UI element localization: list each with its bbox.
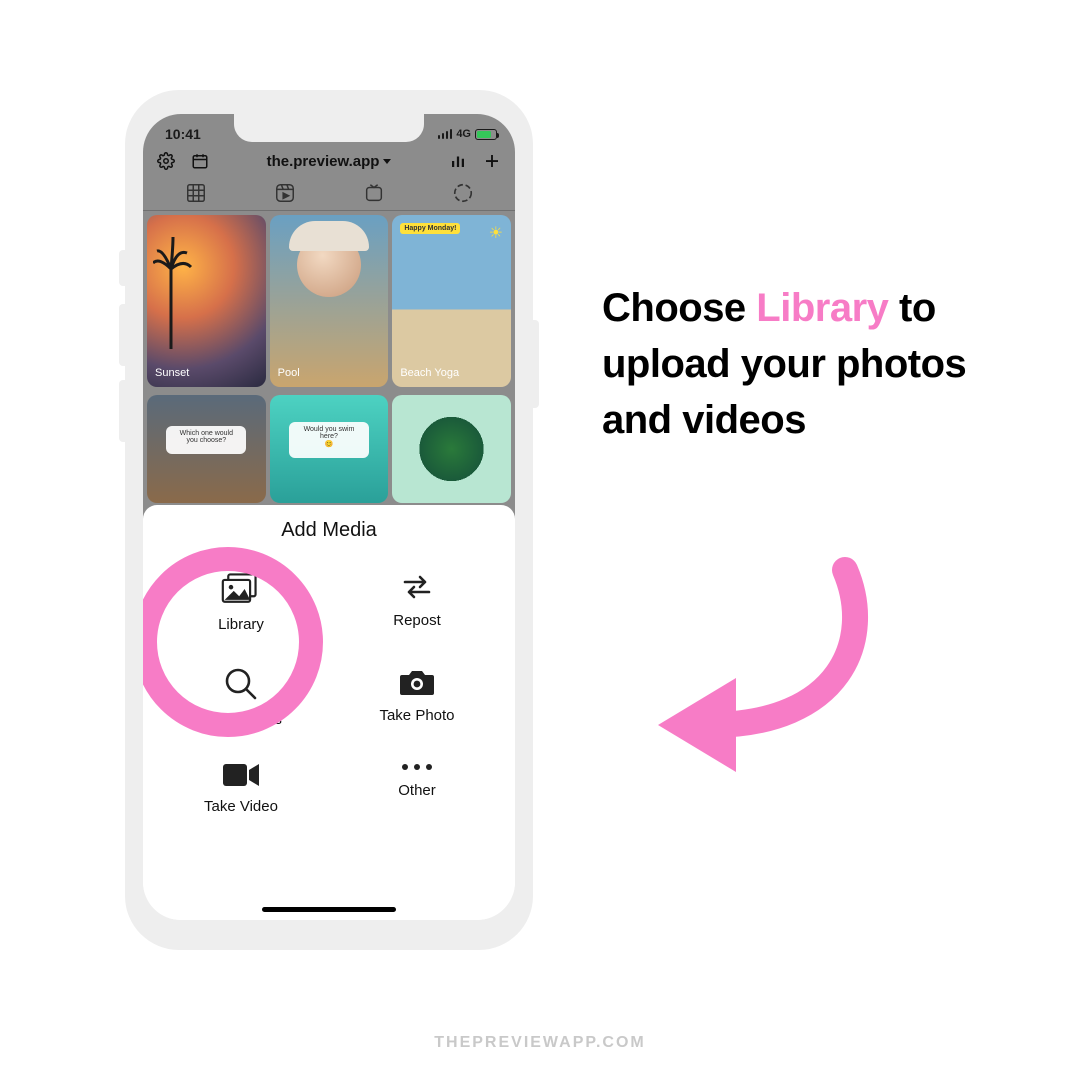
camera-icon (398, 667, 436, 697)
sheet-grid: Library Repost Free Photos (143, 550, 515, 815)
poll-sticker: Would you swim here?😊 (289, 422, 369, 458)
arrow-annotation (640, 550, 900, 780)
more-icon (400, 762, 434, 772)
story-tag: Happy Monday! (400, 223, 460, 234)
option-label: Library (218, 616, 264, 633)
story-label: Pool (278, 367, 300, 379)
option-label: Other (398, 782, 436, 799)
library-icon (221, 572, 261, 606)
story-grid-row2: Which one would you choose? Would you sw… (143, 391, 515, 507)
video-icon (221, 762, 261, 788)
story-label: Beach Yoga (400, 367, 459, 379)
take-video-option[interactable]: Take Video (153, 762, 329, 815)
option-label: Repost (393, 612, 441, 629)
option-label: Take Video (204, 798, 278, 815)
phone-side-button (119, 250, 125, 286)
add-media-sheet: Add Media Library Repost (143, 505, 515, 920)
tab-igtv[interactable] (363, 182, 385, 204)
gear-icon[interactable] (157, 152, 175, 170)
option-label: Take Photo (379, 707, 454, 724)
add-icon[interactable] (483, 152, 501, 170)
phone-screen: 10:41 4G the.preview.app (143, 114, 515, 920)
poll-sticker: Which one would you choose? (166, 426, 246, 454)
story-card[interactable]: Happy Monday! ☀ Beach Yoga (392, 215, 511, 387)
phone-frame: 10:41 4G the.preview.app (125, 90, 533, 950)
phone-side-button (119, 304, 125, 366)
story-card[interactable]: Sunset (147, 215, 266, 387)
free-photos-option[interactable]: Free Photos (153, 667, 329, 728)
account-dropdown[interactable]: the.preview.app (267, 153, 392, 170)
network-label: 4G (456, 128, 471, 140)
status-time: 10:41 (165, 126, 201, 142)
tab-row (143, 178, 515, 211)
analytics-icon[interactable] (449, 152, 467, 170)
story-card[interactable]: Pool (270, 215, 389, 387)
story-card[interactable]: Which one would you choose? (147, 395, 266, 503)
library-option[interactable]: Library (153, 572, 329, 633)
watermark: THEPREVIEWAPP.COM (434, 1034, 646, 1052)
story-grid: Sunset Pool Happy Monday! ☀ Beach Yoga (143, 211, 515, 391)
signal-icon (438, 129, 453, 139)
home-indicator (262, 907, 396, 912)
phone-notch (234, 114, 424, 142)
tab-stories[interactable] (452, 182, 474, 204)
app-background-dimmed: 10:41 4G the.preview.app (143, 114, 515, 562)
account-name: the.preview.app (267, 153, 380, 170)
tab-reels[interactable] (274, 182, 296, 204)
instruction-text: Choose Library to upload your photos and… (602, 280, 1022, 448)
story-card[interactable] (392, 395, 511, 503)
sheet-title: Add Media (143, 519, 515, 542)
search-image-icon (224, 667, 258, 701)
calendar-icon[interactable] (191, 152, 209, 170)
chevron-down-icon (383, 159, 391, 164)
other-option[interactable]: Other (329, 762, 505, 815)
app-header: the.preview.app (143, 148, 515, 178)
instruction-part1: Choose (602, 286, 756, 330)
sun-icon: ☀ (489, 223, 503, 243)
status-right: 4G (438, 128, 497, 140)
option-label: Free Photos (200, 711, 282, 728)
phone-side-button (533, 320, 539, 408)
instruction-highlight: Library (756, 286, 888, 330)
tab-grid[interactable] (185, 182, 207, 204)
battery-icon (475, 129, 497, 140)
take-photo-option[interactable]: Take Photo (329, 667, 505, 728)
repost-option[interactable]: Repost (329, 572, 505, 633)
story-card[interactable]: Would you swim here?😊 (270, 395, 389, 503)
story-label: Sunset (155, 367, 189, 379)
repost-icon (399, 572, 435, 602)
phone-side-button (119, 380, 125, 442)
